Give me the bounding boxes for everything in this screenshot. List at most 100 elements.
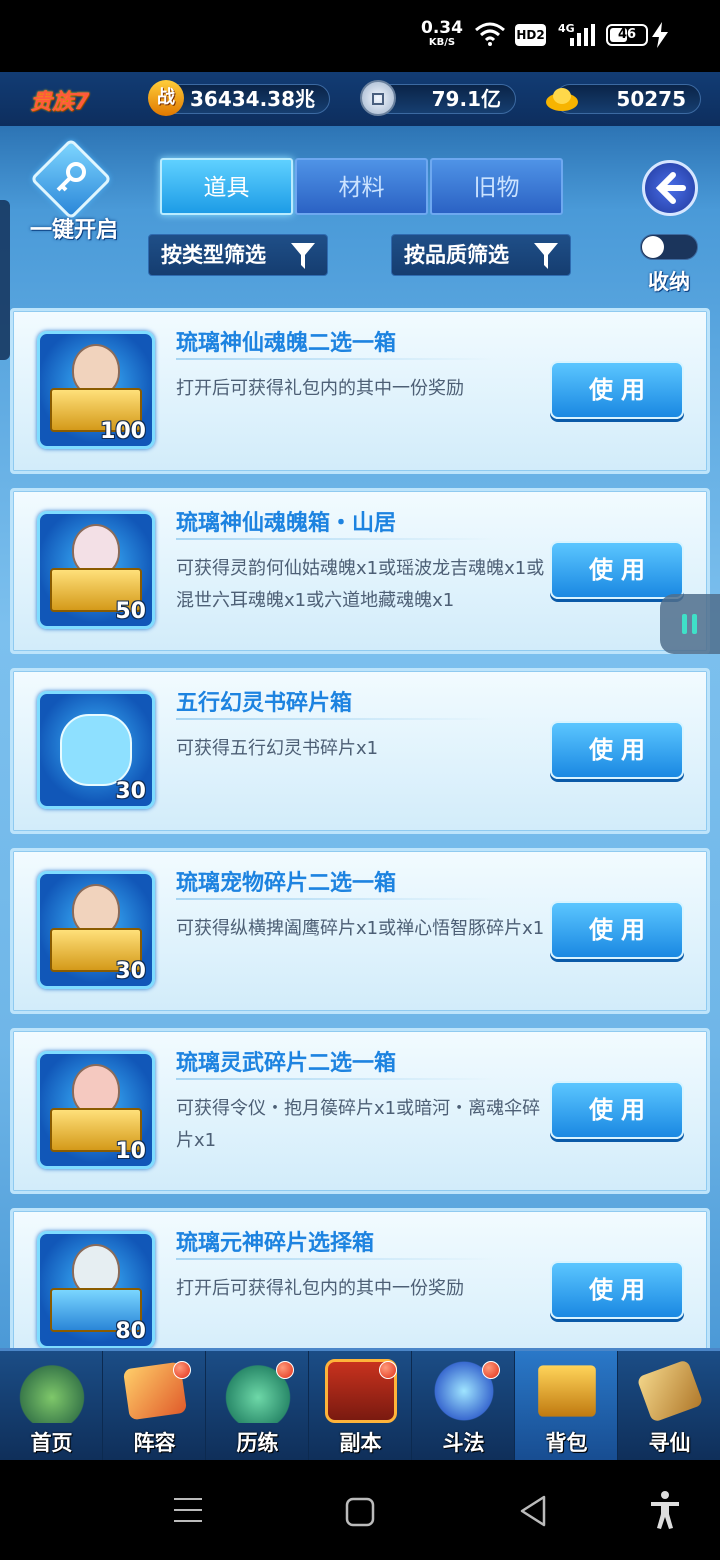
tab-items[interactable]: 道具 bbox=[160, 158, 293, 215]
item-name: 五行幻灵书碎片箱 bbox=[176, 691, 353, 716]
chest-hero-icon: 50 bbox=[37, 511, 155, 629]
use-button[interactable]: 使用 bbox=[550, 901, 684, 959]
key-icon bbox=[56, 162, 86, 192]
item-list: 100 琉璃神仙魂魄二选一箱 打开后可获得礼包内的其中一份奖励 使用 50 琉璃… bbox=[0, 304, 720, 1348]
resource-bar: 贵族7 36434.38兆 战 79.1亿 50275 bbox=[0, 72, 720, 126]
item-name: 琉璃神仙魂魄二选一箱 bbox=[176, 331, 397, 356]
use-button[interactable]: 使用 bbox=[550, 1261, 684, 1319]
item-divider bbox=[176, 1078, 496, 1080]
nav-label: 斗法 bbox=[442, 1431, 485, 1455]
power-display: 36434.38兆 bbox=[160, 84, 330, 114]
list-item: 80 琉璃元神碎片选择箱 打开后可获得礼包内的其中一份奖励 使用 bbox=[10, 1208, 710, 1348]
back-button[interactable] bbox=[642, 160, 698, 216]
menu-icon[interactable] bbox=[172, 1496, 204, 1524]
notification-dot bbox=[173, 1361, 191, 1379]
filter-by-type-button[interactable]: 按类型筛选 bbox=[148, 234, 328, 276]
use-button[interactable]: 使用 bbox=[550, 361, 684, 419]
item-name: 琉璃宠物碎片二选一箱 bbox=[176, 871, 397, 896]
bottom-nav: 首页 阵容 历练 副本 斗法 背包 寻仙 bbox=[0, 1348, 720, 1460]
gold-ingot-icon bbox=[544, 80, 580, 116]
funnel-icon bbox=[534, 243, 558, 269]
status-bar: 0.34 KB/S HD2 4G 46 bbox=[0, 0, 720, 72]
use-button[interactable]: 使用 bbox=[550, 721, 684, 779]
system-nav-bar bbox=[0, 1460, 720, 1560]
island-icon bbox=[16, 1359, 88, 1423]
notification-dot bbox=[276, 1361, 294, 1379]
collapse-label: 收纳 bbox=[648, 270, 690, 294]
bag-screen: 贵族7 36434.38兆 战 79.1亿 50275 一键开启 道具 材料 旧… bbox=[0, 72, 720, 1460]
power-value: 36434.38兆 bbox=[189, 87, 315, 111]
nav-bag[interactable]: 背包 bbox=[515, 1351, 618, 1460]
item-name: 琉璃元神碎片选择箱 bbox=[176, 1231, 375, 1256]
item-count: 30 bbox=[115, 779, 146, 804]
gold-value: 50275 bbox=[616, 87, 686, 111]
list-item: 10 琉璃灵武碎片二选一箱 可获得令仪・抱月篌碎片x1或暗河・离魂伞碎片x1 使… bbox=[10, 1028, 710, 1194]
network-speed-unit: KB/S bbox=[428, 37, 456, 48]
hd-voice-icon: HD2 bbox=[515, 24, 546, 46]
tab-materials[interactable]: 材料 bbox=[295, 158, 428, 215]
charging-icon bbox=[652, 22, 668, 48]
nav-label: 阵容 bbox=[133, 1431, 176, 1455]
chest-hero-icon: 10 bbox=[37, 1051, 155, 1169]
item-count: 80 bbox=[115, 1319, 146, 1344]
item-description: 可获得纵横捭阖鹰碎片x1或禅心悟智豚碎片x1 bbox=[176, 918, 545, 939]
chest-hero-icon: 80 bbox=[37, 1231, 155, 1348]
nav-home[interactable]: 首页 bbox=[0, 1351, 103, 1460]
nav-label: 副本 bbox=[339, 1431, 382, 1455]
floating-menu-handle[interactable] bbox=[660, 594, 720, 654]
back-arrow-icon bbox=[655, 172, 686, 204]
wifi-icon bbox=[475, 22, 505, 46]
accessibility-icon[interactable] bbox=[648, 1490, 682, 1530]
item-description: 可获得灵韵何仙姑魂魄x1或瑶波龙吉魂魄x1或混世六耳魂魄x1或六道地藏魂魄x1 bbox=[176, 558, 545, 611]
funnel-icon bbox=[291, 243, 315, 269]
collapse-toggle[interactable] bbox=[640, 234, 698, 260]
chest-hero-icon: 100 bbox=[37, 331, 155, 449]
network-speed-value: 0.34 bbox=[421, 18, 463, 38]
item-divider bbox=[176, 898, 496, 900]
power-icon: 战 bbox=[148, 80, 184, 116]
list-item: 30 五行幻灵书碎片箱 可获得五行幻灵书碎片x1 使用 bbox=[10, 668, 710, 834]
silver-coin-icon bbox=[360, 80, 396, 116]
tab-relics[interactable]: 旧物 bbox=[430, 158, 563, 215]
battery-icon: 46 bbox=[606, 24, 648, 46]
nav-explore[interactable]: 寻仙 bbox=[618, 1351, 720, 1460]
item-divider bbox=[176, 358, 496, 360]
nav-label: 寻仙 bbox=[648, 1431, 691, 1455]
list-item: 30 琉璃宠物碎片二选一箱 可获得纵横捭阖鹰碎片x1或禅心悟智豚碎片x1 使用 bbox=[10, 848, 710, 1014]
list-item: 50 琉璃神仙魂魄箱・山居 可获得灵韵何仙姑魂魄x1或瑶波龙吉魂魄x1或混世六耳… bbox=[10, 488, 710, 654]
home-icon[interactable] bbox=[344, 1496, 376, 1528]
filter-by-type-label: 按类型筛选 bbox=[161, 243, 266, 267]
item-count: 100 bbox=[100, 419, 146, 444]
item-count: 10 bbox=[115, 1139, 146, 1164]
network-speed: 0.34 KB/S bbox=[420, 20, 464, 48]
item-name: 琉璃神仙魂魄箱・山居 bbox=[176, 511, 397, 536]
filter-by-quality-label: 按品质筛选 bbox=[404, 243, 509, 267]
bag-icon: 30 bbox=[37, 691, 155, 809]
notification-dot bbox=[379, 1361, 397, 1379]
use-button[interactable]: 使用 bbox=[550, 1081, 684, 1139]
signal-icon bbox=[570, 24, 595, 46]
bag-chest-icon bbox=[538, 1365, 596, 1417]
scroll-icon bbox=[636, 1359, 704, 1423]
one-click-open-button[interactable]: 一键开启 bbox=[22, 137, 126, 243]
nav-lineup[interactable]: 阵容 bbox=[103, 1351, 206, 1460]
item-divider bbox=[176, 538, 496, 540]
filter-by-quality-button[interactable]: 按品质筛选 bbox=[391, 234, 571, 276]
nav-dungeon[interactable]: 副本 bbox=[309, 1351, 412, 1460]
nav-training[interactable]: 历练 bbox=[206, 1351, 309, 1460]
chest-hero-icon: 30 bbox=[37, 871, 155, 989]
nav-arena[interactable]: 斗法 bbox=[412, 1351, 515, 1460]
nav-label: 历练 bbox=[236, 1431, 279, 1455]
nav-label: 背包 bbox=[545, 1431, 588, 1455]
use-button[interactable]: 使用 bbox=[550, 541, 684, 599]
item-divider bbox=[176, 718, 496, 720]
item-description: 打开后可获得礼包内的其中一份奖励 bbox=[176, 378, 464, 399]
back-icon[interactable] bbox=[518, 1494, 548, 1528]
battery-level: 46 bbox=[617, 27, 637, 42]
item-description: 可获得五行幻灵书碎片x1 bbox=[176, 738, 379, 759]
item-name: 琉璃灵武碎片二选一箱 bbox=[176, 1051, 397, 1076]
item-count: 30 bbox=[115, 959, 146, 984]
nav-label: 首页 bbox=[30, 1431, 73, 1455]
item-count: 50 bbox=[115, 599, 146, 624]
silver-value: 79.1亿 bbox=[431, 87, 501, 111]
